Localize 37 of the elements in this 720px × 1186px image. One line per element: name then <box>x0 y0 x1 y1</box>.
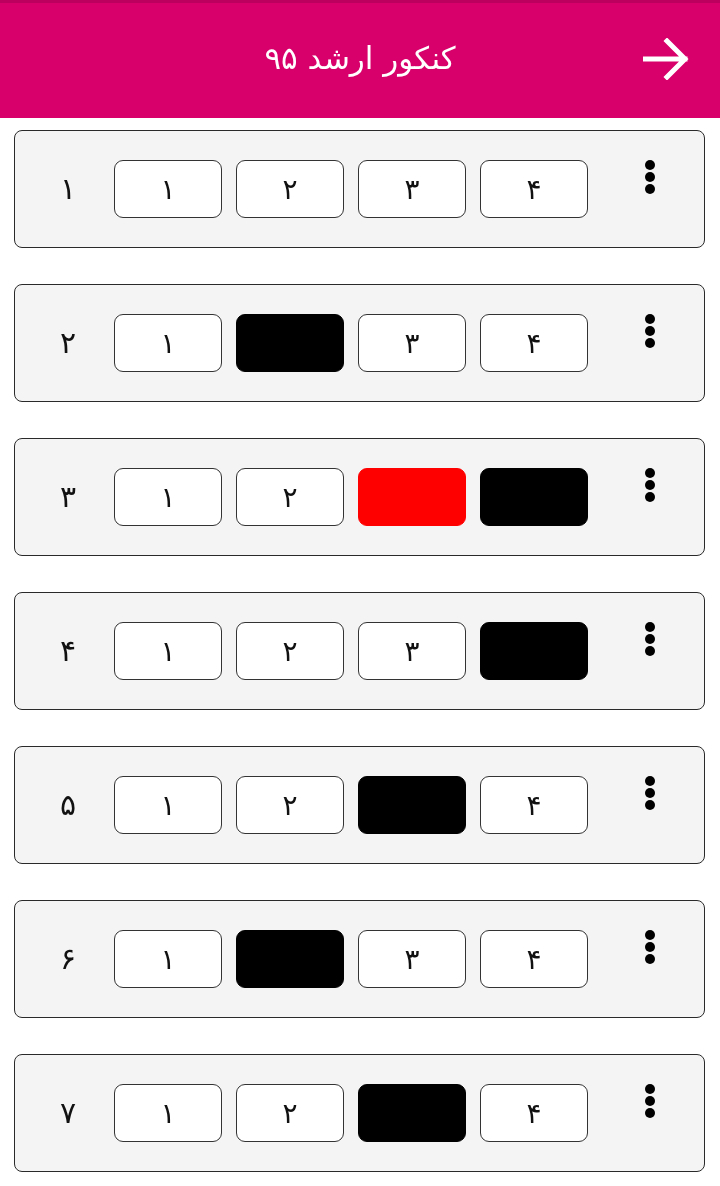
more-options-icon[interactable] <box>644 622 656 656</box>
more-options-icon[interactable] <box>644 776 656 810</box>
option-button[interactable]: ۴ <box>480 314 588 372</box>
option-button[interactable]: ۲ <box>236 622 344 680</box>
option-button[interactable]: ۴ <box>480 776 588 834</box>
option-button[interactable]: ۴ <box>480 160 588 218</box>
more-options-icon[interactable] <box>644 930 656 964</box>
question-number: ۶ <box>58 941 78 977</box>
option-button[interactable]: ۱ <box>114 160 222 218</box>
option-button[interactable]: ۱ <box>114 776 222 834</box>
option-button[interactable]: ۱ <box>114 1084 222 1142</box>
question-number: ۱ <box>58 171 78 207</box>
option-button[interactable]: ۴ <box>480 1084 588 1142</box>
question-number: ۳ <box>58 479 78 515</box>
more-options-icon[interactable] <box>644 314 656 348</box>
question-number: ۴ <box>58 633 78 669</box>
question-number: ۲ <box>58 325 78 361</box>
option-button[interactable]: ۳ <box>358 160 466 218</box>
option-button[interactable]: ۴ <box>480 930 588 988</box>
option-button[interactable]: ۲ <box>236 160 344 218</box>
option-button[interactable]: ۲ <box>236 776 344 834</box>
option-button[interactable]: ۱ <box>114 930 222 988</box>
option-button[interactable]: ۳ <box>358 930 466 988</box>
more-options-icon[interactable] <box>644 160 656 194</box>
option-button[interactable]: ۱ <box>114 314 222 372</box>
right-arrow-icon[interactable] <box>643 38 689 80</box>
question-number: ۷ <box>58 1095 78 1131</box>
option-button[interactable]: ۲ <box>236 1084 344 1142</box>
option-button[interactable]: ۳ <box>358 622 466 680</box>
question-number: ۵ <box>58 787 78 823</box>
option-button[interactable]: ۳ <box>358 314 466 372</box>
screen-title: کنکور ارشد ۹۵ <box>264 39 456 78</box>
option-button[interactable]: ۲ <box>236 468 344 526</box>
option-button[interactable]: ۱ <box>114 622 222 680</box>
more-options-icon[interactable] <box>644 468 656 502</box>
option-button[interactable]: ۱ <box>114 468 222 526</box>
more-options-icon[interactable] <box>644 1084 656 1118</box>
